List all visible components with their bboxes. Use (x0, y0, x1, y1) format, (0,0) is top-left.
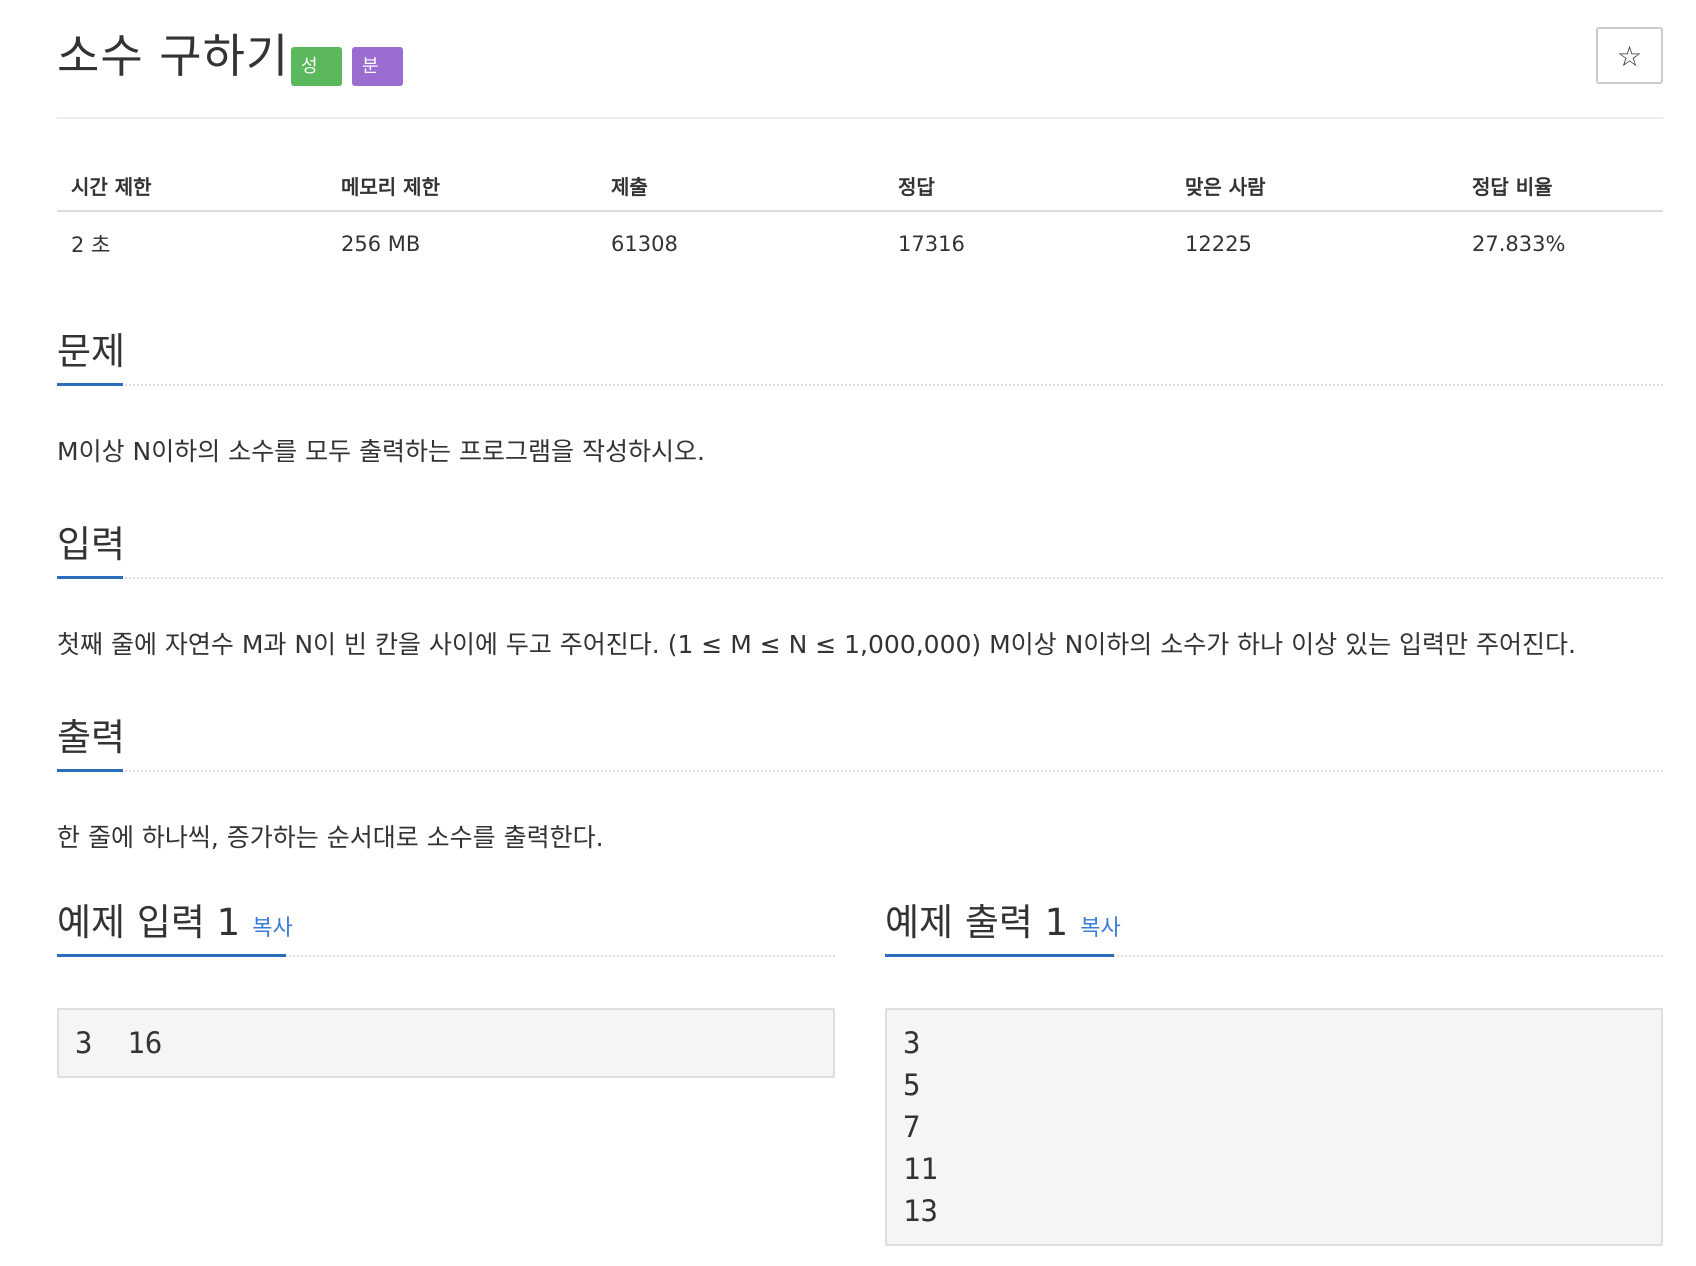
description-section: 문제 M이상 N이하의 소수를 모두 출력하는 프로그램을 작성하시오. (57, 324, 1663, 466)
value-submissions[interactable]: 61308 (597, 211, 884, 276)
value-accept-ratio: 27.833% (1472, 232, 1566, 256)
value-accepted[interactable]: 17316 (884, 211, 1171, 276)
header-accepted: 정답 (884, 160, 1171, 212)
info-header-row: 시간 제한 메모리 제한 제출 정답 맞은 사람 정답 비율 (57, 160, 1663, 212)
header-accept-ratio: 정답 비율 (1458, 160, 1663, 212)
sample-output-box[interactable]: 3 5 7 11 13 (885, 1008, 1663, 1246)
headline-underline (57, 576, 123, 579)
description-text: M이상 N이하의 소수를 모두 출력하는 프로그램을 작성하시오. (57, 437, 705, 466)
sample-output-headline: 예제 출력 1 복사 (885, 895, 1663, 957)
headline-underline (57, 954, 286, 957)
sample-input-heading: 예제 입력 1 복사 (57, 895, 293, 957)
input-headline: 입력 (57, 517, 1663, 579)
sample-input-headline: 예제 입력 1 복사 (57, 895, 835, 957)
output-section: 출력 한 줄에 하나씩, 증가하는 순서대로 소수를 출력한다. (57, 710, 1663, 852)
favorite-button[interactable]: ☆ (1596, 27, 1663, 84)
info-value-row: 2 초 256 MB 61308 17316 12225 27.833% (57, 211, 1663, 276)
description-headline: 문제 (57, 324, 1663, 386)
problem-page: 소수 구하기 성공 분류 ☆ 시간 제한 메모리 제한 제출 정답 맞은 사람 … (57, 0, 1663, 1246)
input-text: 첫째 줄에 자연수 M과 N이 빈 칸을 사이에 두고 주어진다. (1 ≤ M… (57, 630, 1576, 659)
sample-output-section: 예제 출력 1 복사 3 5 7 11 13 (885, 895, 1663, 1246)
copy-sample-input-button[interactable]: 복사 (252, 916, 292, 941)
value-time-limit: 2 초 (71, 233, 111, 257)
star-icon: ☆ (1616, 40, 1643, 73)
sample-output-title: 예제 출력 1 (885, 901, 1069, 944)
description-title: 문제 (57, 330, 126, 373)
value-solvers[interactable]: 12225 (1171, 211, 1458, 276)
value-memory-limit: 256 MB (341, 232, 421, 256)
input-title: 입력 (57, 523, 126, 566)
copy-sample-output-button[interactable]: 복사 (1080, 916, 1120, 941)
sample-input-title: 예제 입력 1 (57, 901, 241, 944)
header-memory-limit: 메모리 제한 (327, 160, 597, 212)
sample-input-box[interactable]: 3 16 (57, 1008, 835, 1078)
header-time-limit: 시간 제한 (57, 160, 327, 212)
problem-title: 소수 구하기 (57, 29, 290, 83)
success-badge[interactable]: 성공 (291, 47, 342, 116)
headline-underline (57, 383, 123, 386)
problem-header: 소수 구하기 성공 분류 ☆ (57, 0, 1663, 119)
problem-info-table: 시간 제한 메모리 제한 제출 정답 맞은 사람 정답 비율 2 초 256 M… (57, 160, 1663, 276)
output-text: 한 줄에 하나씩, 증가하는 순서대로 소수를 출력한다. (57, 823, 604, 852)
sample-input-section: 예제 입력 1 복사 3 16 (57, 895, 835, 1078)
header-solvers: 맞은 사람 (1171, 160, 1458, 212)
sample-output-heading: 예제 출력 1 복사 (885, 895, 1121, 957)
output-headline: 출력 (57, 710, 1663, 772)
input-section: 입력 첫째 줄에 자연수 M과 N이 빈 칸을 사이에 두고 주어진다. (1 … (57, 517, 1663, 659)
header-submissions: 제출 (597, 160, 884, 212)
output-title: 출력 (57, 716, 126, 759)
headline-underline (57, 769, 123, 772)
category-badge[interactable]: 분류 (352, 47, 403, 116)
headline-underline (885, 954, 1114, 957)
